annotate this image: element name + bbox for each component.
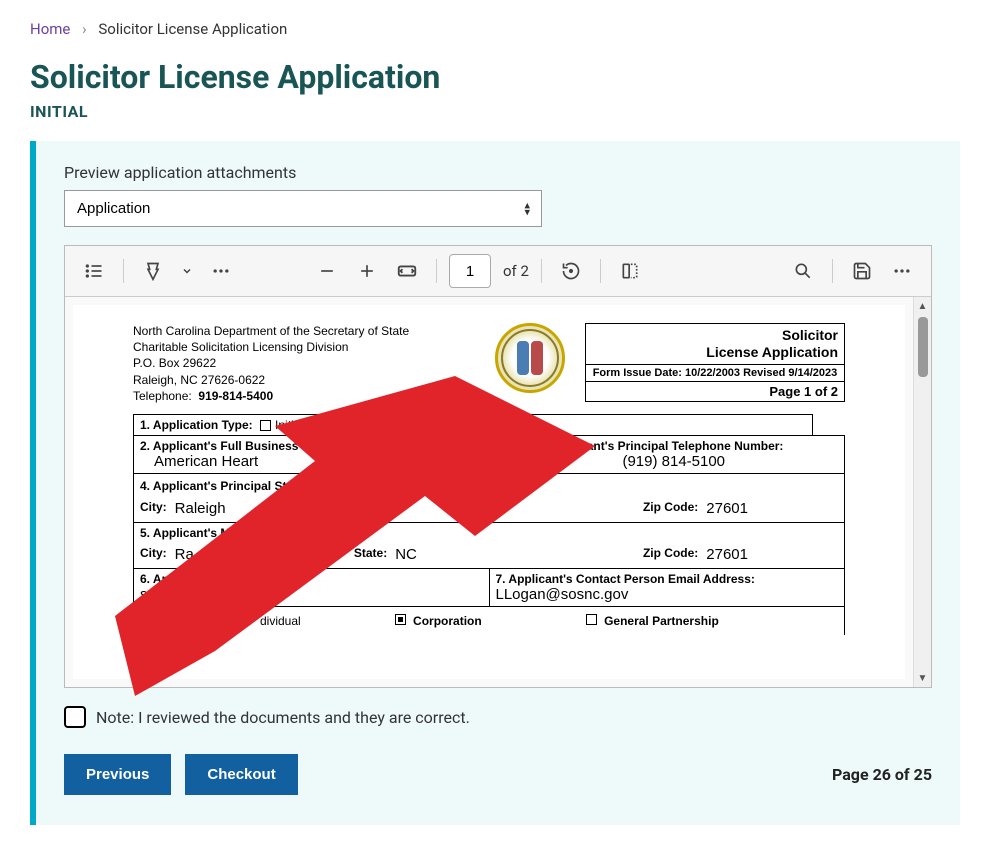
- zoom-in-icon[interactable]: [350, 254, 384, 288]
- page-subtitle: INITIAL: [30, 102, 960, 121]
- zoom-out-icon[interactable]: [310, 254, 344, 288]
- chevron-down-icon[interactable]: [176, 254, 198, 288]
- rotate-icon[interactable]: [554, 254, 588, 288]
- page-view-icon[interactable]: [613, 254, 647, 288]
- chevron-right-icon: ›: [82, 20, 87, 38]
- page-count-label: of 2: [503, 262, 529, 280]
- pdf-form-title-box: Solicitor License Application Form Issue…: [585, 323, 845, 402]
- pdf-form-table: 1. Application Type: Initial Renewal 2. …: [133, 414, 845, 635]
- breadcrumb-home-link[interactable]: Home: [30, 20, 70, 38]
- scroll-thumb[interactable]: [918, 317, 928, 377]
- fit-width-icon[interactable]: [390, 254, 424, 288]
- page-title: Solicitor License Application: [30, 58, 960, 96]
- toc-icon[interactable]: [77, 254, 111, 288]
- pdf-body[interactable]: North Carolina Department of the Secreta…: [65, 297, 913, 687]
- scroll-up-icon[interactable]: ▲: [914, 297, 931, 315]
- pdf-viewer: of 2: [64, 245, 932, 688]
- more-draw-icon[interactable]: [204, 254, 238, 288]
- pdf-page: North Carolina Department of the Secreta…: [73, 305, 905, 679]
- attachment-select[interactable]: Application: [64, 190, 542, 227]
- more-menu-icon[interactable]: [885, 254, 919, 288]
- pdf-scrollbar[interactable]: ▲ ▼: [913, 297, 931, 687]
- search-icon[interactable]: [786, 254, 820, 288]
- pdf-toolbar: of 2: [65, 246, 931, 297]
- save-icon[interactable]: [845, 254, 879, 288]
- pdf-agency-block: North Carolina Department of the Secreta…: [133, 323, 475, 404]
- scroll-down-icon[interactable]: ▼: [914, 669, 931, 687]
- review-confirm-checkbox[interactable]: [64, 706, 86, 728]
- wizard-page-indicator: Page 26 of 25: [832, 765, 932, 784]
- state-seal-icon: [495, 323, 565, 393]
- previous-button[interactable]: Previous: [64, 754, 171, 795]
- highlight-icon[interactable]: [136, 254, 170, 288]
- breadcrumb-current: Solicitor License Application: [98, 20, 287, 38]
- checkout-button[interactable]: Checkout: [185, 754, 297, 795]
- breadcrumb: Home › Solicitor License Application: [30, 20, 960, 38]
- review-confirm-label: Note: I reviewed the documents and they …: [96, 708, 470, 727]
- content-panel: Preview application attachments Applicat…: [30, 141, 960, 825]
- preview-attachment-label: Preview application attachments: [64, 163, 932, 182]
- page-number-input[interactable]: [449, 254, 491, 288]
